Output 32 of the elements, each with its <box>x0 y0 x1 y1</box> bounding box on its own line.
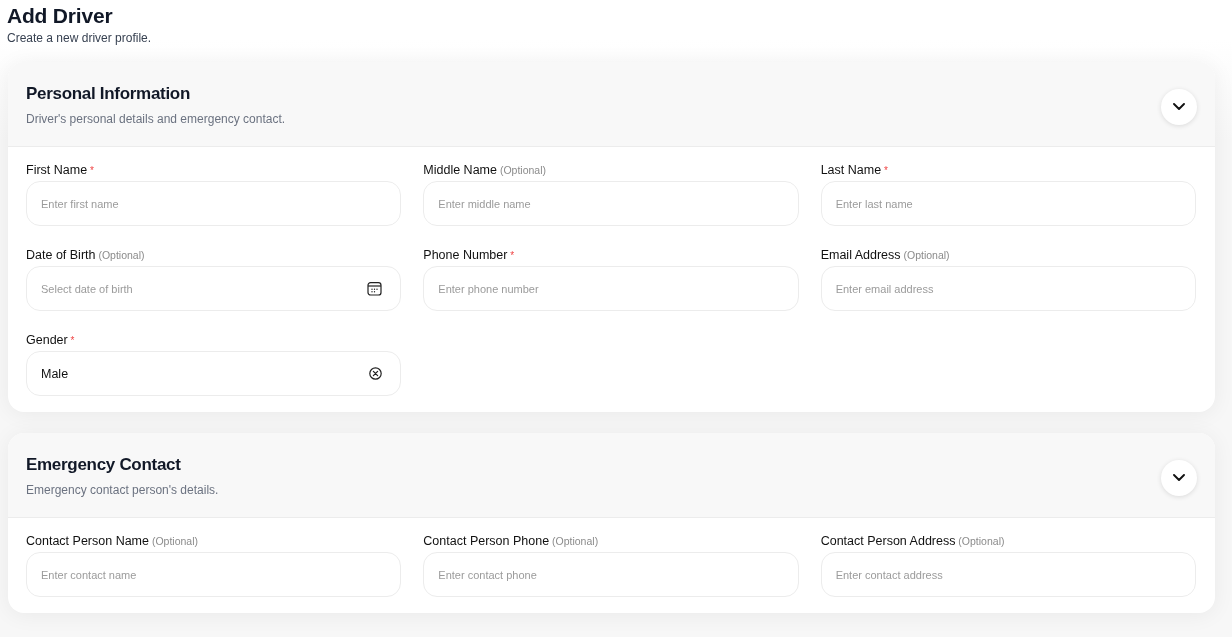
field-label: Contact Person Address (Optional) <box>820 533 1005 549</box>
date-input[interactable]: Select date of birth <box>26 266 402 311</box>
field-label: Contact Person Phone (Optional) <box>423 533 599 549</box>
text-input[interactable]: Enter first name <box>26 181 402 226</box>
clear-icon[interactable] <box>369 367 383 380</box>
field-label: First Name * <box>26 162 94 178</box>
select-field[interactable]: Male <box>26 351 402 396</box>
page-title: Add Driver <box>7 4 113 27</box>
section-description: Emergency contact person's details. <box>26 482 219 498</box>
text-input[interactable]: Enter last name <box>820 181 1196 226</box>
collapse-button[interactable] <box>1161 459 1197 496</box>
chevron-down-icon <box>1173 474 1185 481</box>
section-title: Personal Information <box>26 84 191 104</box>
text-input[interactable]: Enter middle name <box>423 181 799 226</box>
field-label: Date of Birth (Optional) <box>26 247 145 263</box>
section-title: Emergency Contact <box>26 455 181 475</box>
field-label: Last Name * <box>820 162 888 178</box>
field-label: Middle Name (Optional) <box>423 162 546 178</box>
collapse-button[interactable] <box>1161 88 1197 125</box>
field-label: Phone Number * <box>423 247 515 263</box>
text-input[interactable]: Enter phone number <box>423 266 799 311</box>
field-label: Email Address (Optional) <box>820 247 950 263</box>
field-label: Contact Person Name (Optional) <box>26 533 198 549</box>
calendar-icon[interactable] <box>367 281 383 296</box>
text-input[interactable]: Enter contact address <box>820 552 1196 597</box>
chevron-down-icon <box>1173 103 1185 110</box>
field-label: Gender * <box>26 332 75 348</box>
text-input[interactable]: Enter contact phone <box>423 552 799 597</box>
section-description: Driver's personal details and emergency contact. <box>26 111 286 127</box>
text-input[interactable]: Enter email address <box>820 266 1196 311</box>
page-subtitle: Create a new driver profile. <box>7 30 152 46</box>
text-input[interactable]: Enter contact name <box>26 552 402 597</box>
